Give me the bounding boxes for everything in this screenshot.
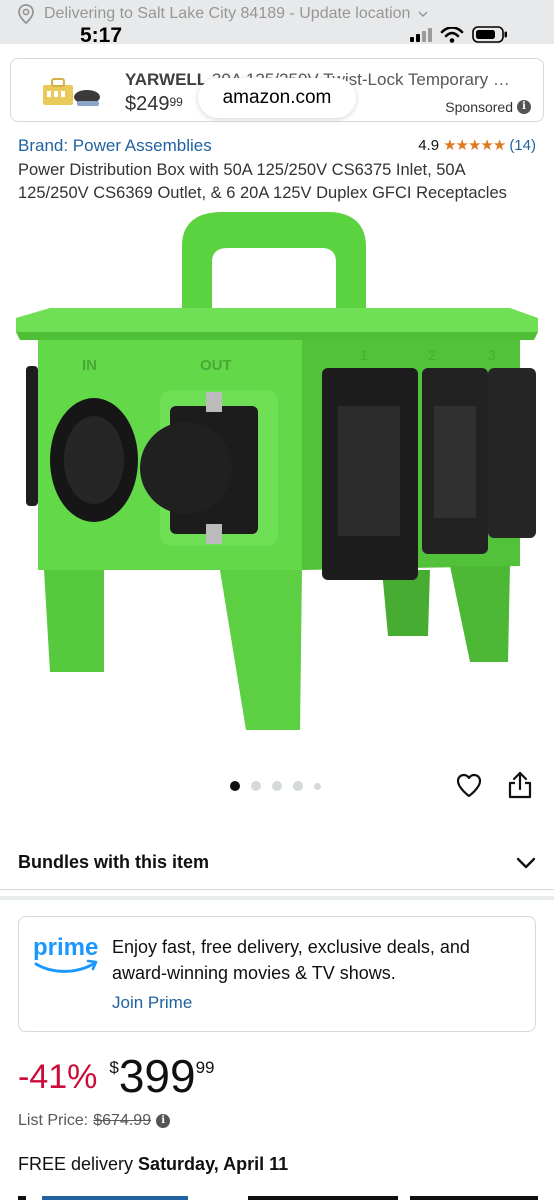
sponsored-label[interactable]: Sponsored i: [445, 99, 531, 115]
prime-message: Enjoy fast, free delivery, exclusive dea…: [112, 937, 470, 983]
product-title: Power Distribution Box with 50A 125/250V…: [18, 161, 507, 202]
join-prime-link[interactable]: Join Prime: [112, 993, 192, 1013]
brand-link[interactable]: Brand: Power Assemblies: [18, 136, 212, 156]
top-banner: Delivering to Salt Lake City 84189 - Upd…: [0, 0, 554, 47]
prime-logo-text: prime: [33, 934, 98, 961]
label-out: OUT: [200, 357, 232, 374]
ad-brand: YARWELL: [125, 70, 208, 89]
carousel-dot[interactable]: [293, 781, 303, 791]
info-icon[interactable]: i: [156, 1114, 171, 1128]
rating-count: (14): [509, 136, 536, 154]
battery-icon: [472, 26, 507, 43]
delivery-location-text: Delivering to Salt Lake City 84189 - Upd…: [44, 5, 411, 22]
carousel-dot[interactable]: [314, 782, 321, 790]
section-divider: [0, 896, 554, 900]
price-fraction: 99: [195, 1058, 215, 1077]
carousel-dot[interactable]: [272, 781, 282, 791]
carousel-dot[interactable]: [230, 781, 240, 791]
heart-icon[interactable]: [455, 772, 483, 800]
status-icons: [410, 26, 508, 43]
prime-promo-card[interactable]: prime Enjoy fast, free delivery, exclusi…: [18, 916, 536, 1032]
rating-summary[interactable]: 4.9 ★★★★★ (14): [418, 136, 536, 155]
label-2: 2: [428, 347, 436, 363]
bundles-label: Bundles with this item: [18, 852, 210, 872]
product-image[interactable]: IN OUT 1 2 3: [10, 206, 544, 746]
delivery-info: FREE delivery Saturday, April 11: [18, 1154, 288, 1175]
sponsored-text: Sponsored: [445, 99, 513, 115]
ad-price: $24999: [125, 93, 183, 116]
share-icon[interactable]: [507, 770, 533, 800]
chevron-down-icon: [418, 11, 428, 17]
list-price-value: $674.99: [93, 1112, 152, 1129]
rating-stars: ★★★★★: [443, 137, 506, 154]
signal-icon: [410, 27, 432, 42]
price-block: -41% $ 399 99: [18, 1050, 215, 1102]
label-1: 1: [360, 347, 368, 363]
prime-logo: prime: [33, 934, 98, 973]
ad-price-fraction: 99: [169, 95, 183, 109]
delivery-prefix: FREE delivery: [18, 1154, 139, 1174]
cut-off-row: [18, 1190, 538, 1200]
ad-price-whole: $249: [125, 93, 170, 115]
price-whole: 399: [118, 1050, 196, 1102]
image-carousel-dots[interactable]: [230, 781, 321, 791]
rating-value: 4.9: [418, 136, 440, 154]
label-3: 3: [488, 347, 496, 363]
chevron-down-icon: [516, 857, 536, 868]
list-price-label: List Price:: [18, 1112, 89, 1129]
url-bar[interactable]: amazon.com: [198, 78, 356, 118]
info-icon: i: [517, 100, 531, 114]
label-in: IN: [82, 357, 97, 374]
wifi-icon: [440, 26, 464, 43]
delivery-date: Saturday, April 11: [138, 1154, 289, 1174]
list-price: List Price: $674.99 i: [18, 1112, 171, 1130]
ad-product-thumbnail: [43, 78, 100, 106]
bundles-section[interactable]: Bundles with this item: [0, 836, 554, 890]
delivery-location-banner[interactable]: Delivering to Salt Lake City 84189 - Upd…: [16, 4, 428, 24]
price-currency: $: [109, 1058, 119, 1077]
discount-percent: -41%: [18, 1058, 98, 1096]
status-time: 5:17: [80, 24, 123, 47]
carousel-dot[interactable]: [251, 781, 261, 791]
location-pin-icon: [18, 4, 34, 24]
